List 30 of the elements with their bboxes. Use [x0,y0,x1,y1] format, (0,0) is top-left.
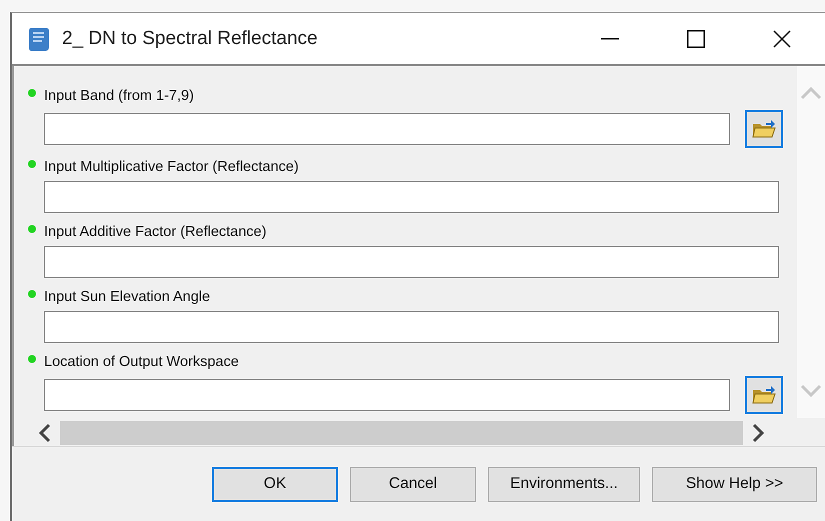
scroll-right-icon[interactable] [751,423,765,443]
maximize-icon [687,30,705,48]
required-dot-icon [28,355,36,363]
required-dot-icon [28,225,36,233]
folder-icon [752,119,776,139]
dialog-button[interactable]: Environments... [488,466,640,502]
dialog-button[interactable]: Cancel [350,466,476,502]
dialog-button[interactable]: OK [212,466,338,502]
scrollbar-thumb[interactable] [60,421,743,445]
minimize-icon [601,38,619,40]
input-field[interactable] [44,181,779,213]
required-dot-icon [28,89,36,97]
scroll-left-icon[interactable] [38,423,52,443]
input-field[interactable] [44,311,779,343]
required-dot-icon [28,160,36,168]
input-field[interactable] [44,113,730,145]
input-field[interactable] [44,379,730,411]
browse-button[interactable] [745,110,783,148]
close-icon [773,30,791,48]
parameter-label: Input Sun Elevation Angle [44,289,210,305]
input-field[interactable] [44,246,779,278]
parameter-label: Input Band (from 1-7,9) [44,88,194,104]
parameter-label: Input Additive Factor (Reflectance) [44,224,266,240]
parameter-label: Input Multiplicative Factor (Reflectance) [44,159,299,175]
required-dot-icon [28,290,36,298]
parameter-label: Location of Output Workspace [44,354,239,370]
folder-icon [752,385,776,405]
dialog-button[interactable]: Show Help >> [652,466,817,502]
window-title: 2_ DN to Spectral Reflectance [62,28,319,50]
browse-button[interactable] [745,376,783,414]
